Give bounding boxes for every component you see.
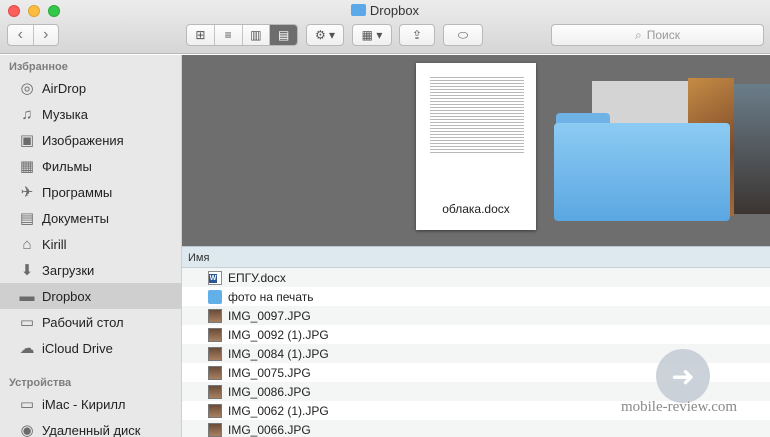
arrange-button[interactable]: ▦ ▾ [352,24,392,46]
sidebar-item-label: AirDrop [42,80,87,96]
sidebar-item-label: Kirill [42,236,67,252]
file-name: IMG_0097.JPG [228,308,311,323]
favorites-item[interactable]: ▬ Dropbox [0,283,181,309]
sidebar-item-label: iMac - Кирилл [42,396,126,412]
film-icon: ▦ [19,158,35,175]
window-toolbar: Dropbox ‹ › ⊞ ≡ ▥ ▤ ⚙ ▾ ▦ ▾ ⇪ ⬭ ⌕ Поиск [0,0,770,54]
favorites-header: Избранное [9,61,68,73]
column-header-name[interactable]: Имя [182,246,770,268]
sidebar-item-label: Рабочий стол [42,314,124,330]
sidebar-item-label: Музыка [42,106,88,122]
file-name: IMG_0062 (1).JPG [228,403,329,418]
favorites-item[interactable]: ⬇ Загрузки [0,257,181,283]
document-text-preview [430,75,524,155]
file-name: IMG_0084 (1).JPG [228,346,329,361]
navigation-group: ‹ › [7,24,59,46]
cloud-icon: ☁ [19,340,35,357]
column-view-button[interactable]: ▥ [241,25,270,45]
action-gear-button[interactable]: ⚙ ▾ [306,24,344,46]
file-name: IMG_0066.JPG [228,422,311,437]
camera-icon: ▣ [19,132,35,149]
back-button[interactable]: ‹ [8,25,33,45]
list-view-button[interactable]: ≡ [213,25,242,45]
favorites-item[interactable]: ▣ Изображения [0,127,181,153]
home-icon: ⌂ [22,235,32,253]
favorites-list: ◎ AirDrop ♫ Музыка ▣ Изображения ▦ Фильмы ✈ Прогр… [0,75,181,361]
airdrop-icon: ◎ [20,80,34,97]
disc-icon: ◉ [20,422,34,437]
image-file-icon [208,346,222,361]
image-file-icon [208,308,222,323]
sidebar-item-label: iCloud Drive [42,340,113,356]
devices-item[interactable]: ◉ Удаленный диск [0,417,181,437]
folder-thumbnail[interactable] [554,113,730,221]
apps-icon: ✈ [20,184,34,201]
sidebar-item-label: Программы [42,184,113,200]
file-row[interactable]: IMG_0097.JPG [182,306,770,325]
imac-icon: ▭ [19,396,35,413]
window-title: Dropbox [0,3,770,18]
sidebar-item-label: Dropbox [42,288,92,304]
favorites-item[interactable]: ♫ Музыка [0,101,181,127]
desktop-icon: ▭ [19,314,35,331]
coverflow-preview[interactable]: облака.docx [182,55,770,246]
document-icon: ▤ [19,210,35,227]
sidebar-item-label: Документы [42,210,110,226]
devices-header: Устройства [9,377,72,389]
image-file-icon [208,327,222,342]
share-button[interactable]: ⇪ [399,24,435,46]
document-thumbnail[interactable]: облака.docx [416,63,536,230]
folder-icon [208,289,222,304]
file-name: IMG_0092 (1).JPG [228,327,329,342]
file-row[interactable]: фото на печать [182,287,770,306]
image-file-icon [208,403,222,418]
icon-view-button[interactable]: ⊞ [187,25,214,45]
forward-button[interactable]: › [32,25,59,45]
favorites-item[interactable]: ⌂ Kirill [0,231,181,257]
tag-button[interactable]: ⬭ [443,24,483,46]
file-name: ЕПГУ.docx [228,270,286,285]
devices-list: ▭ iMac - Кирилл ◉ Удаленный диск [0,391,181,437]
file-row[interactable]: ЕПГУ.docx [182,268,770,287]
file-name: фото на печать [228,289,314,304]
watermark-text: mobile-review.com [620,399,738,415]
coverflow-view-button[interactable]: ▤ [269,25,297,45]
file-row[interactable]: IMG_0092 (1).JPG [182,325,770,344]
downloads-icon: ⬇ [20,262,34,279]
document-thumbnail-name: облака.docx [442,202,510,216]
file-name: IMG_0086.JPG [228,384,311,399]
image-file-icon [208,365,222,380]
dropbox-folder-icon [350,4,366,16]
search-placeholder: Поиск [646,28,680,42]
sidebar-item-label: Фильмы [42,158,92,174]
favorites-item[interactable]: ◎ AirDrop [0,75,181,101]
favorites-item[interactable]: ✈ Программы [0,179,181,205]
sidebar-item-label: Удаленный диск [42,422,141,437]
sidebar-item-label: Загрузки [42,262,95,278]
music-icon: ♫ [21,105,33,123]
devices-item[interactable]: ▭ iMac - Кирилл [0,391,181,417]
word-document-icon [208,270,222,285]
watermark: ➜ mobile-review.com [614,343,744,423]
folder-icon: ▬ [19,287,35,305]
favorites-item[interactable]: ▦ Фильмы [0,153,181,179]
search-icon: ⌕ [635,27,642,42]
sidebar-item-label: Изображения [42,132,124,148]
image-file-icon [208,384,222,399]
favorites-item[interactable]: ▭ Рабочий стол [0,309,181,335]
mobile-review-logo-icon: ➜ [656,349,710,403]
file-name: IMG_0075.JPG [228,365,311,380]
view-mode-group: ⊞ ≡ ▥ ▤ [186,24,298,46]
favorites-item[interactable]: ▤ Документы [0,205,181,231]
favorites-item[interactable]: ☁ iCloud Drive [0,335,181,361]
sidebar: Избранное ◎ AirDrop ♫ Музыка ▣ Изображения ▦ Фи… [0,55,182,437]
search-input[interactable]: ⌕ Поиск [551,24,764,46]
photo-thumbnail [734,84,770,214]
image-file-icon [208,422,222,437]
